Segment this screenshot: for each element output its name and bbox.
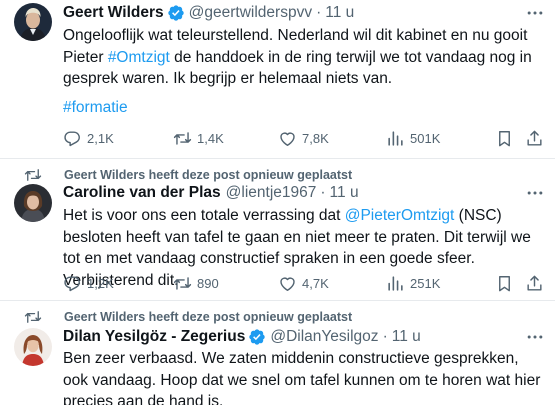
like-icon [278, 129, 297, 148]
share-button[interactable] [525, 128, 544, 148]
repost-count: 1,4K [197, 130, 224, 146]
avatar[interactable] [14, 3, 52, 41]
share-icon [525, 129, 544, 148]
bookmark-icon [495, 274, 514, 293]
separator-dot: · [316, 4, 322, 21]
like-button[interactable]: 4,7K [278, 273, 329, 293]
reply-icon [63, 129, 82, 148]
repost-label: Geert Wilders heeft deze post opnieuw ge… [64, 310, 353, 324]
action-bar: 2,1K 1,4K 7,8K 501K [63, 128, 533, 148]
avatar[interactable] [14, 328, 52, 366]
action-bar: 1,2K 890 4,7K 251K [63, 273, 533, 293]
reply-button[interactable]: 2,1K [63, 128, 114, 148]
author-name[interactable]: Dilan Yesilgöz - Zegerius [63, 328, 245, 346]
tweet[interactable]: Geert Wilders @geertwilderspvv · 11 u On… [0, 0, 555, 158]
share-button[interactable] [525, 273, 544, 293]
separator-dot: · [320, 184, 326, 201]
author-name[interactable]: Caroline van der Plas [63, 184, 221, 202]
like-button[interactable]: 7,8K [278, 128, 329, 148]
share-icon [525, 274, 544, 293]
tweet-text: Ongelooflijk wat teleurstellend. Nederla… [63, 25, 543, 90]
avatar[interactable] [14, 184, 52, 222]
tweet-header: Geert Wilders @geertwilderspvv · 11 u [63, 2, 354, 24]
retweet-icon [173, 274, 192, 293]
repost-indicator[interactable]: Geert Wilders heeft deze post opnieuw ge… [24, 308, 352, 326]
tweet[interactable]: Geert Wilders heeft deze post opnieuw ge… [0, 158, 555, 300]
like-count: 4,7K [302, 275, 329, 291]
timestamp[interactable]: 11 u [330, 184, 359, 202]
retweet-icon [173, 129, 192, 148]
retweet-icon [24, 166, 42, 184]
bookmark-icon [495, 129, 514, 148]
verified-badge-icon [248, 328, 266, 346]
separator-dot: · [382, 328, 388, 345]
like-icon [278, 274, 297, 293]
tweet-header: Caroline van der Plas @lientje1967 · 11 … [63, 182, 359, 204]
reply-count: 2,1K [87, 130, 114, 146]
repost-count: 890 [197, 275, 219, 291]
views-icon [386, 129, 405, 148]
mention-link[interactable]: @PieterOmtzigt [345, 207, 455, 224]
author-handle[interactable]: @lientje1967 [226, 184, 317, 202]
like-count: 7,8K [302, 130, 329, 146]
timestamp[interactable]: 11 u [325, 4, 354, 22]
repost-label: Geert Wilders heeft deze post opnieuw ge… [64, 168, 353, 182]
author-handle[interactable]: @geertwilderspvv [189, 4, 312, 22]
hashtag-link[interactable]: #Omtzigt [108, 49, 170, 66]
views-button[interactable]: 251K [386, 273, 440, 293]
repost-button[interactable]: 1,4K [173, 128, 224, 148]
verified-badge-icon [167, 4, 185, 22]
tweet-text-part: Het is voor ons een totale verrassing da… [63, 207, 345, 224]
author-name[interactable]: Geert Wilders [63, 4, 164, 22]
more-icon[interactable] [525, 327, 545, 347]
tweet-text: Ben zeer verbaasd. We zaten middenin con… [63, 350, 541, 405]
more-icon[interactable] [525, 3, 545, 23]
hashtag-link[interactable]: #formatie [63, 99, 128, 116]
views-icon [386, 274, 405, 293]
tweet-header: Dilan Yesilgöz - Zegerius @DilanYesilgoz… [63, 326, 421, 348]
author-handle[interactable]: @DilanYesilgoz [270, 328, 378, 346]
reply-count: 1,2K [87, 275, 114, 291]
repost-button[interactable]: 890 [173, 273, 219, 293]
views-button[interactable]: 501K [386, 128, 440, 148]
timestamp[interactable]: 11 u [392, 328, 421, 346]
view-count: 251K [410, 275, 441, 291]
view-count: 501K [410, 130, 441, 146]
more-icon[interactable] [525, 183, 545, 203]
hashtag-line: #formatie [63, 97, 543, 119]
reply-icon [63, 274, 82, 293]
retweet-icon [24, 308, 42, 326]
tweet[interactable]: Geert Wilders heeft deze post opnieuw ge… [0, 300, 555, 405]
bookmark-button[interactable] [495, 128, 514, 148]
reply-button[interactable]: 1,2K [63, 273, 114, 293]
bookmark-button[interactable] [495, 273, 514, 293]
